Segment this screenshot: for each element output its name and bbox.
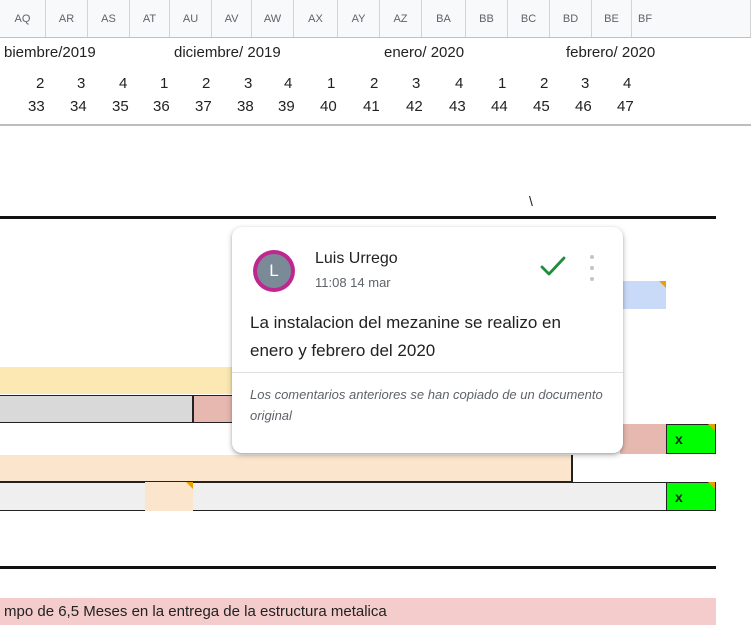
resolve-button[interactable] [540,255,566,277]
column-header-ar[interactable]: AR [46,0,88,37]
month-label-enero: enero/ 2020 [384,44,465,61]
sequence-number: 45 [533,98,550,115]
week-number: 2 [36,75,45,92]
comment-import-note: Los comentarios anteriores se han copiad… [250,387,603,423]
sequence-number: 40 [320,98,337,115]
sequence-number: 44 [491,98,508,115]
column-header-az[interactable]: AZ [380,0,422,37]
week-number: 3 [581,75,590,92]
section-border-top [0,216,716,219]
week-number: 4 [119,75,128,92]
row-divider [0,124,751,126]
column-header-ax[interactable]: AX [294,0,338,37]
column-header-bf[interactable]: BF [632,0,751,37]
sequence-number: 43 [449,98,466,115]
column-header-bc[interactable]: BC [508,0,550,37]
week-number: 3 [412,75,421,92]
column-header-row: AQ AR AS AT AU AV AW AX AY AZ BA BB BC B… [0,0,751,38]
sequence-number: 38 [237,98,254,115]
column-header-av[interactable]: AV [212,0,252,37]
comment-triangle-icon[interactable] [708,424,715,431]
sequence-number: 35 [112,98,129,115]
column-header-ay[interactable]: AY [338,0,380,37]
more-options-button[interactable] [587,255,597,281]
gray-task-bar[interactable] [0,395,194,423]
delay-note-text: mpo de 6,5 Meses en la entrega de la est… [4,603,387,620]
column-header-as[interactable]: AS [88,0,130,37]
sequence-number: 42 [406,98,423,115]
comment-author: Luis Urrego [315,250,398,267]
month-label-noviembre: biembre/2019 [4,44,96,61]
sequence-number: 41 [363,98,380,115]
sequence-number: 33 [28,98,45,115]
month-label-diciembre: diciembre/ 2019 [174,44,281,61]
more-vertical-icon [590,266,594,270]
avatar-initial: L [257,254,291,288]
week-number: 2 [540,75,549,92]
sequence-number: 39 [278,98,295,115]
week-number: 3 [244,75,253,92]
avatar: L [253,250,295,292]
week-number: 4 [455,75,464,92]
column-header-ba[interactable]: BA [422,0,466,37]
section-border-bottom [0,566,716,569]
comment-triangle-icon[interactable] [659,281,666,288]
sequence-number: 36 [153,98,170,115]
column-header-at[interactable]: AT [130,0,170,37]
column-header-aw[interactable]: AW [252,0,294,37]
checkmark-icon [540,256,566,276]
stray-mark: \ [529,193,533,209]
comment-triangle-icon[interactable] [186,482,193,489]
column-header-be[interactable]: BE [592,0,632,37]
comment-body: La instalacion del mezanine se realizo e… [250,313,561,360]
week-number: 3 [77,75,86,92]
sequence-number: 47 [617,98,634,115]
spreadsheet-grid: AQ AR AS AT AU AV AW AX AY AZ BA BB BC B… [0,0,751,625]
column-header-bb[interactable]: BB [466,0,508,37]
more-vertical-icon [590,255,594,259]
more-vertical-icon [590,277,594,281]
comment-timestamp[interactable]: 11:08 14 mar [315,275,391,290]
light-gray-task-bar[interactable] [0,482,666,511]
week-number: 2 [370,75,379,92]
week-number: 4 [623,75,632,92]
comment-card[interactable]: L Luis Urrego 11:08 14 mar La instalacio… [232,227,623,453]
column-header-aq[interactable]: AQ [0,0,46,37]
week-number: 2 [202,75,211,92]
column-header-au[interactable]: AU [170,0,212,37]
month-label-febrero: febrero/ 2020 [566,44,656,61]
week-number: 1 [160,75,169,92]
week-number: 4 [284,75,293,92]
sequence-number: 46 [575,98,592,115]
rose-task-bar-end[interactable] [620,424,666,454]
comment-triangle-icon[interactable] [708,482,715,489]
week-number: 1 [498,75,507,92]
card-divider [232,372,623,373]
column-header-bd[interactable]: BD [550,0,592,37]
week-number: 1 [327,75,336,92]
yellow-task-bar[interactable] [0,367,250,394]
delay-note-cell[interactable]: mpo de 6,5 Meses en la entrega de la est… [0,598,716,625]
peach-task-bar[interactable] [0,455,573,482]
sequence-number: 34 [70,98,87,115]
sequence-number: 37 [195,98,212,115]
